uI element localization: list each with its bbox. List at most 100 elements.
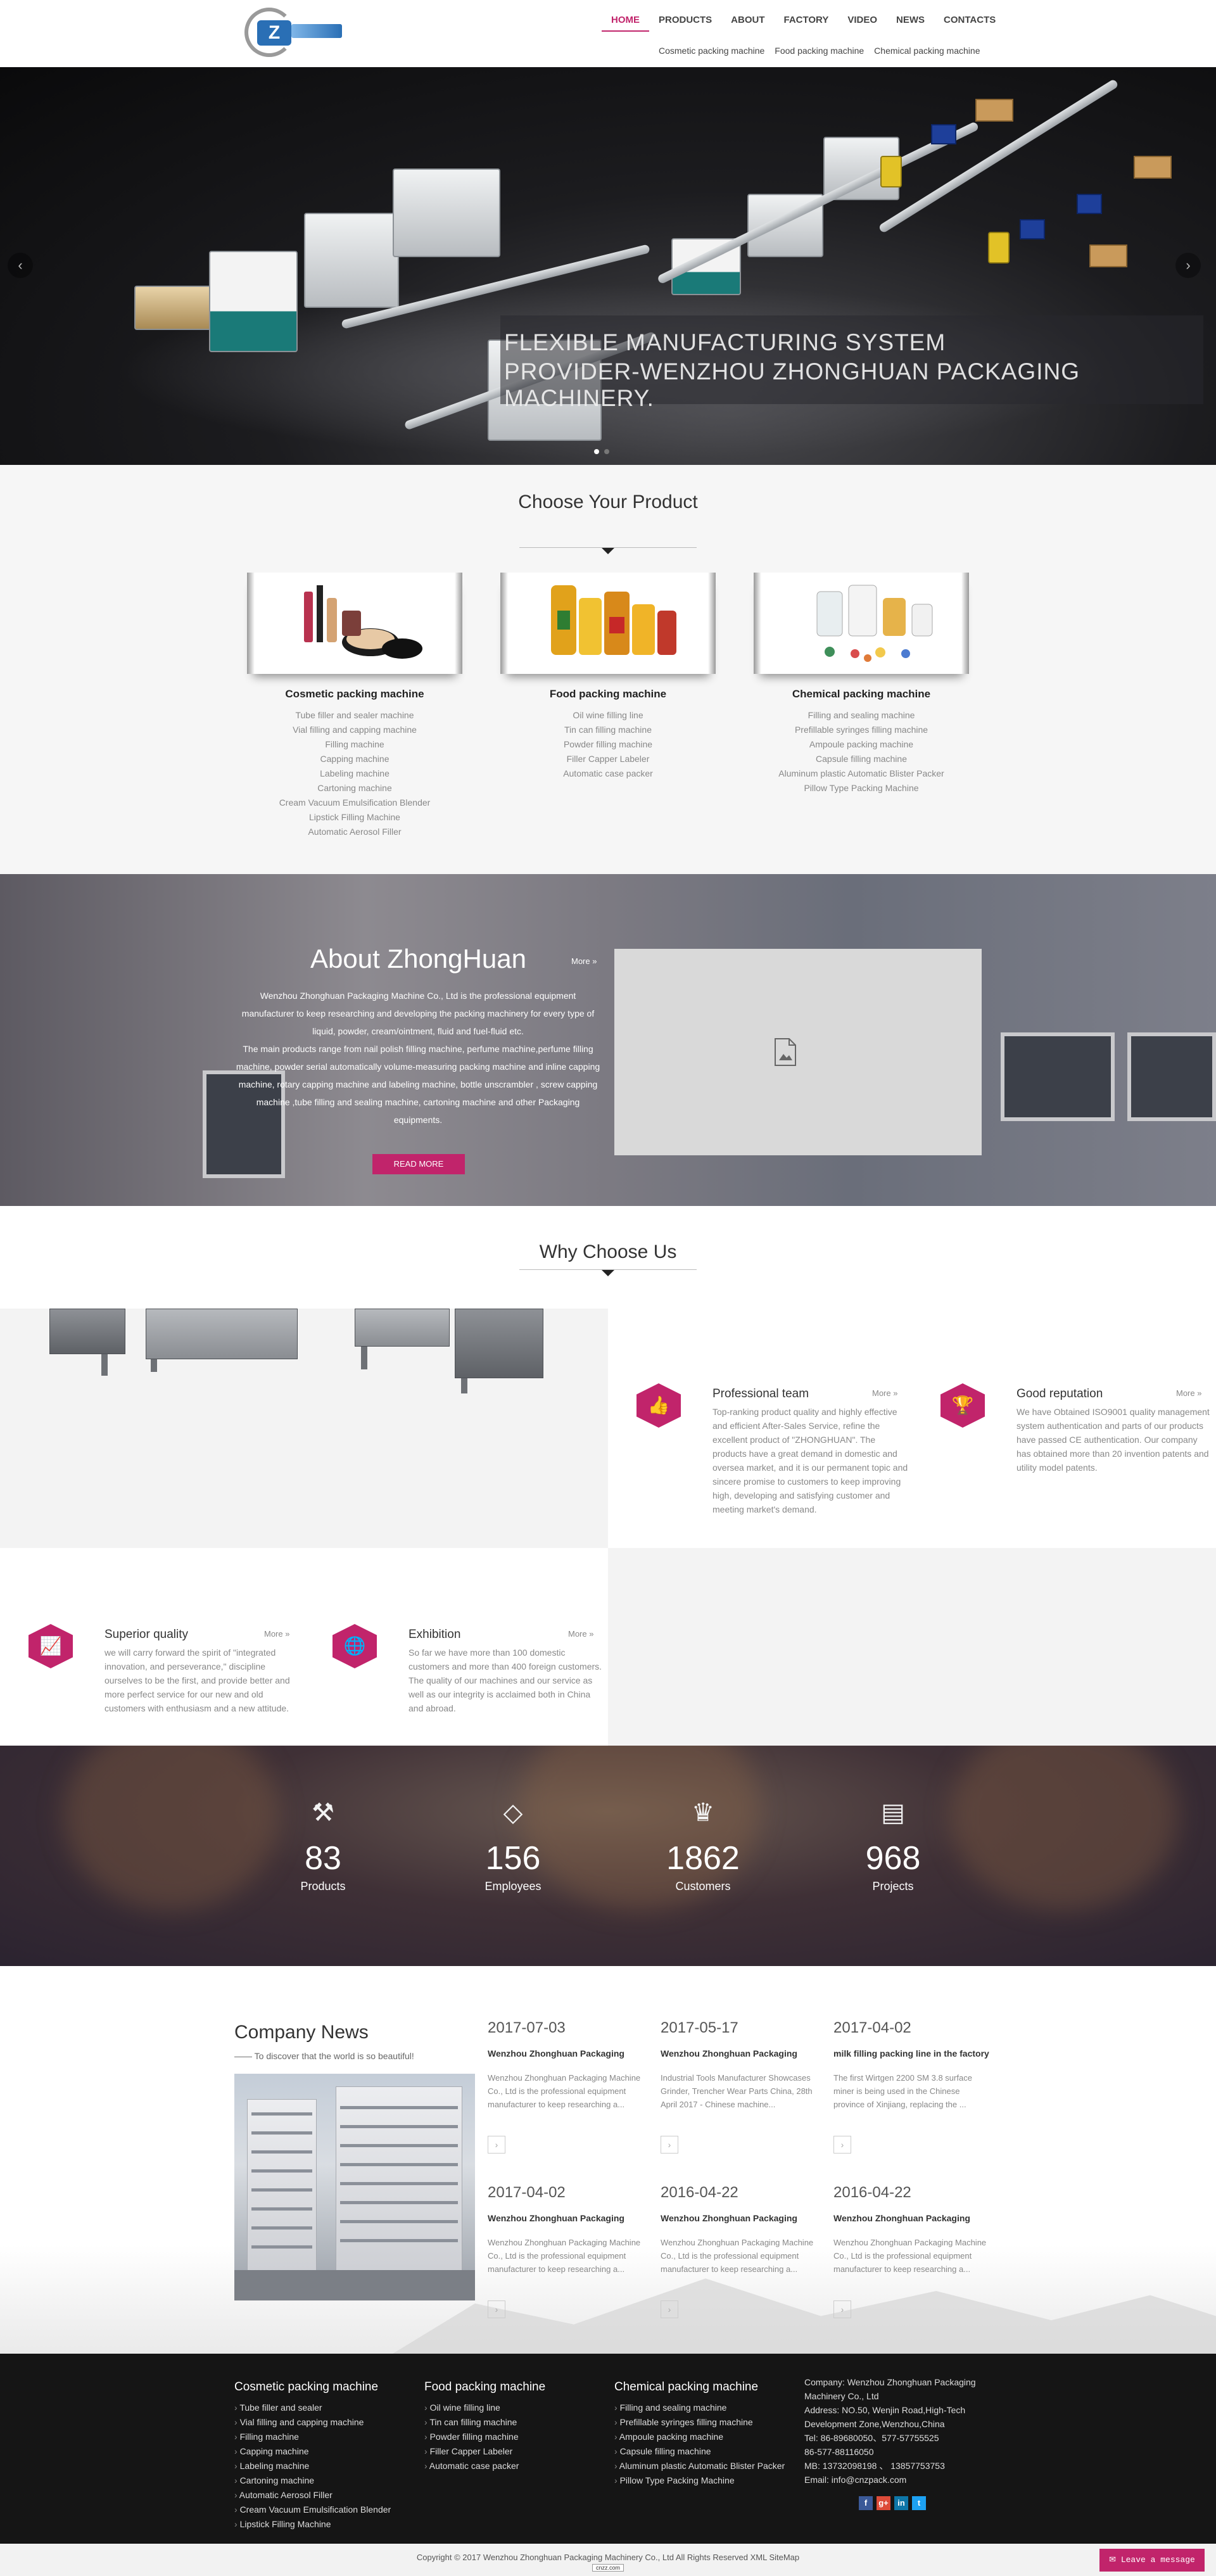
google-plus-icon[interactable]: g+ — [877, 2496, 890, 2510]
product-image-cosmetic[interactable] — [247, 573, 462, 674]
footer-link[interactable]: Vial filling and capping machine — [234, 2415, 391, 2430]
footer-column-title[interactable]: Cosmetic packing machine — [234, 2380, 391, 2394]
subnav-food[interactable]: Food packing machine — [775, 46, 864, 56]
news-item[interactable]: 2016-04-22 Wenzhou Zhonghuan Packaging W… — [661, 2184, 819, 2318]
news-arrow-icon[interactable]: › — [661, 2136, 678, 2154]
product-list-item[interactable]: Capping machine — [247, 752, 462, 766]
product-list-item[interactable]: Automatic Aerosol Filler — [247, 825, 462, 839]
product-card-chemical[interactable]: Chemical packing machine Filling and sea… — [754, 573, 969, 796]
nav-video[interactable]: VIDEO — [838, 13, 887, 39]
news-item[interactable]: 2017-07-03 Wenzhou Zhonghuan Packaging W… — [488, 2019, 646, 2154]
product-list-item[interactable]: Capsule filling machine — [754, 752, 969, 766]
footer-link[interactable]: Filler Capper Labeler — [424, 2444, 545, 2459]
nav-factory[interactable]: FACTORY — [775, 13, 839, 39]
news-arrow-icon[interactable]: › — [661, 2300, 678, 2318]
about-more-link[interactable]: More » — [571, 956, 597, 966]
footer-link[interactable]: Prefillable syringes filling machine — [614, 2415, 785, 2430]
news-arrow-icon[interactable]: › — [488, 2136, 505, 2154]
product-card-cosmetic[interactable]: Cosmetic packing machine Tube filler and… — [247, 573, 462, 839]
product-name[interactable]: Chemical packing machine — [754, 688, 969, 701]
footer-column-title[interactable]: Food packing machine — [424, 2380, 545, 2394]
product-card-food[interactable]: Food packing machine Oil wine filling li… — [500, 573, 716, 781]
product-list-item[interactable]: Filling machine — [247, 737, 462, 752]
product-list-item[interactable]: Labeling machine — [247, 766, 462, 781]
nav-products[interactable]: PRODUCTS — [649, 13, 721, 39]
twitter-icon[interactable]: t — [912, 2496, 926, 2510]
feature-more-link[interactable]: More » — [264, 1629, 289, 1639]
footer-link[interactable]: Powder filling machine — [424, 2430, 545, 2444]
footer-link[interactable]: Capping machine — [234, 2444, 391, 2459]
nav-news[interactable]: NEWS — [887, 13, 934, 39]
footer-link[interactable]: Filling machine — [234, 2430, 391, 2444]
product-list-item[interactable]: Filling and sealing machine — [754, 708, 969, 723]
read-more-button[interactable]: READ MORE — [372, 1154, 465, 1174]
footer-link[interactable]: Automatic case packer — [424, 2459, 545, 2473]
feature-more-link[interactable]: More » — [568, 1629, 593, 1639]
footer-link[interactable]: Tube filler and sealer — [234, 2401, 391, 2415]
nav-home[interactable]: HOME — [602, 13, 649, 32]
product-name[interactable]: Food packing machine — [500, 688, 716, 701]
product-list-item[interactable]: Cartoning machine — [247, 781, 462, 796]
footer-link[interactable]: Automatic Aerosol Filler — [234, 2488, 391, 2503]
news-arrow-icon[interactable]: › — [488, 2300, 505, 2318]
feature-more-link[interactable]: More » — [1176, 1388, 1201, 1398]
news-headline[interactable]: Wenzhou Zhonghuan Packaging — [661, 2213, 819, 2223]
facebook-icon[interactable]: f — [859, 2496, 873, 2510]
cnzz-badge[interactable]: cnzz.com — [592, 2564, 624, 2572]
contact-email[interactable]: Email: info@cnzpack.com — [804, 2473, 988, 2487]
news-item[interactable]: 2017-04-02 milk filling packing line in … — [833, 2019, 992, 2154]
nav-contacts[interactable]: CONTACTS — [934, 13, 1005, 39]
company-logo[interactable]: Z — [242, 5, 343, 62]
linkedin-icon[interactable]: in — [894, 2496, 908, 2510]
nav-about[interactable]: ABOUT — [721, 13, 774, 39]
product-list-item[interactable]: Vial filling and capping machine — [247, 723, 462, 737]
news-building-photo[interactable] — [234, 2074, 475, 2300]
product-list-item[interactable]: Tube filler and sealer machine — [247, 708, 462, 723]
footer-link[interactable]: Tin can filling machine — [424, 2415, 545, 2430]
product-list-item[interactable]: Prefillable syringes filling machine — [754, 723, 969, 737]
footer-link[interactable]: Ampoule packing machine — [614, 2430, 785, 2444]
product-list-item[interactable]: Tin can filling machine — [500, 723, 716, 737]
feature-more-link[interactable]: More » — [872, 1388, 897, 1398]
feature-title[interactable]: Exhibition — [408, 1628, 460, 1642]
subnav-cosmetic[interactable]: Cosmetic packing machine — [659, 46, 764, 56]
hero-next-arrow-icon[interactable]: › — [1175, 253, 1201, 278]
news-headline[interactable]: milk filling packing line in the factory — [833, 2048, 992, 2059]
news-item[interactable]: 2017-05-17 Wenzhou Zhonghuan Packaging I… — [661, 2019, 819, 2154]
news-headline[interactable]: Wenzhou Zhonghuan Packaging — [833, 2213, 992, 2223]
footer-link[interactable]: Cream Vacuum Emulsification Blender — [234, 2503, 391, 2517]
footer-link[interactable]: Labeling machine — [234, 2459, 391, 2473]
news-headline[interactable]: Wenzhou Zhonghuan Packaging — [661, 2048, 819, 2059]
news-arrow-icon[interactable]: › — [833, 2300, 851, 2318]
product-image-chemical[interactable] — [754, 573, 969, 674]
product-list-item[interactable]: Pillow Type Packing Machine — [754, 781, 969, 796]
product-list-item[interactable]: Oil wine filling line — [500, 708, 716, 723]
footer-link[interactable]: Lipstick Filling Machine — [234, 2517, 391, 2532]
product-image-food[interactable] — [500, 573, 716, 674]
feature-title[interactable]: Good reputation — [1016, 1387, 1103, 1401]
product-list-item[interactable]: Ampoule packing machine — [754, 737, 969, 752]
feature-title[interactable]: Professional team — [712, 1387, 809, 1401]
about-video-player[interactable] — [614, 949, 982, 1155]
footer-link[interactable]: Filling and sealing machine — [614, 2401, 785, 2415]
product-list-item[interactable]: Cream Vacuum Emulsification Blender — [247, 796, 462, 810]
product-name[interactable]: Cosmetic packing machine — [247, 688, 462, 701]
footer-link[interactable]: Oil wine filling line — [424, 2401, 545, 2415]
product-list-item[interactable]: Automatic case packer — [500, 766, 716, 781]
subnav-chemical[interactable]: Chemical packing machine — [874, 46, 980, 56]
footer-link[interactable]: Aluminum plastic Automatic Blister Packe… — [614, 2459, 785, 2473]
footer-column-title[interactable]: Chemical packing machine — [614, 2380, 785, 2394]
hero-prev-arrow-icon[interactable]: ‹ — [8, 253, 33, 278]
hero-dot[interactable] — [604, 449, 609, 454]
product-list-item[interactable]: Filler Capper Labeler — [500, 752, 716, 766]
news-arrow-icon[interactable]: › — [833, 2136, 851, 2154]
product-list-item[interactable]: Powder filling machine — [500, 737, 716, 752]
product-list-item[interactable]: Lipstick Filling Machine — [247, 810, 462, 825]
product-list-item[interactable]: Aluminum plastic Automatic Blister Packe… — [754, 766, 969, 781]
news-item[interactable]: 2017-04-02 Wenzhou Zhonghuan Packaging W… — [488, 2184, 646, 2318]
footer-link[interactable]: Cartoning machine — [234, 2473, 391, 2488]
news-item[interactable]: 2016-04-22 Wenzhou Zhonghuan Packaging W… — [833, 2184, 992, 2318]
hero-dot[interactable] — [594, 449, 599, 454]
feature-title[interactable]: Superior quality — [104, 1628, 188, 1642]
footer-link[interactable]: Capsule filling machine — [614, 2444, 785, 2459]
